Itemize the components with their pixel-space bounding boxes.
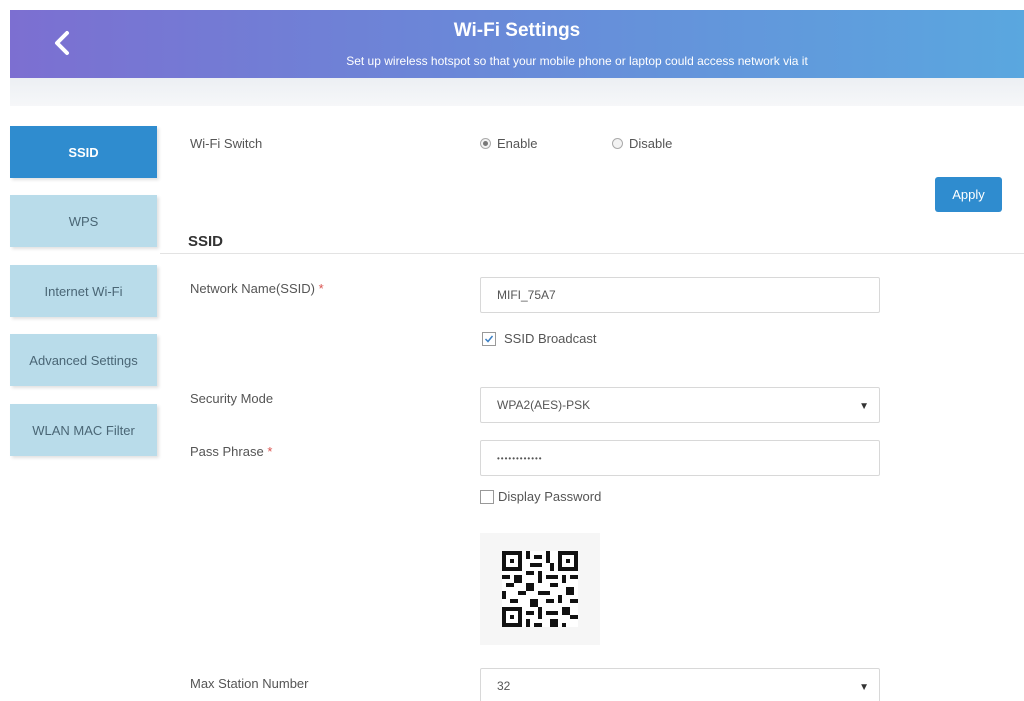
- section-divider: [160, 253, 1024, 254]
- sidebar-item-advanced-settings[interactable]: Advanced Settings: [10, 334, 157, 386]
- security-mode-label: Security Mode: [190, 391, 274, 406]
- radio-selected-icon: [480, 138, 491, 149]
- ssid-broadcast-label: SSID Broadcast: [504, 331, 597, 346]
- checkbox-unchecked-icon: [480, 489, 494, 504]
- disable-radio[interactable]: Disable: [612, 136, 672, 151]
- max-station-select[interactable]: 32 ▼: [480, 668, 880, 701]
- sidebar-item-wps[interactable]: WPS: [10, 195, 157, 247]
- network-name-label: Network Name(SSID) *: [190, 281, 324, 296]
- section-title: SSID: [188, 233, 224, 250]
- sidebar-item-label: SSID: [68, 144, 99, 160]
- network-name-value: MIFI_75A7: [497, 288, 556, 302]
- disable-radio-label: Disable: [629, 136, 673, 151]
- header-band: [10, 78, 1024, 106]
- max-station-value: 32: [497, 679, 511, 693]
- enable-radio[interactable]: Enable: [480, 136, 537, 151]
- apply-button[interactable]: Apply: [935, 177, 1002, 212]
- sidebar-item-wlan-mac-filter[interactable]: WLAN MAC Filter: [10, 404, 157, 456]
- checkbox-checked-icon: [482, 331, 496, 346]
- wifi-switch-label: Wi-Fi Switch: [190, 136, 263, 151]
- ssid-broadcast-checkbox[interactable]: SSID Broadcast: [482, 331, 597, 346]
- sidebar-item-internet-wifi[interactable]: Internet Wi-Fi: [10, 265, 157, 317]
- sidebar-item-ssid[interactable]: SSID: [10, 126, 157, 178]
- max-station-label: Max Station Number: [190, 676, 309, 691]
- qr-code-icon: [502, 551, 578, 627]
- pass-phrase-value: ••••••••••••: [497, 453, 543, 463]
- security-mode-value: WPA2(AES)-PSK: [497, 398, 591, 412]
- sidebar-item-label: WLAN MAC Filter: [32, 422, 135, 438]
- sidebar-item-label: Advanced Settings: [29, 352, 138, 368]
- display-password-label: Display Password: [498, 489, 602, 504]
- sidebar-item-label: Internet Wi-Fi: [44, 283, 123, 299]
- page-subtitle: Set up wireless hotspot so that your mob…: [346, 54, 808, 68]
- pass-phrase-input[interactable]: ••••••••••••: [480, 440, 880, 476]
- dropdown-caret-icon: ▼: [859, 401, 869, 412]
- security-mode-select[interactable]: WPA2(AES)-PSK ▼: [480, 387, 880, 423]
- network-name-label-text: Network Name(SSID): [190, 281, 315, 296]
- dropdown-caret-icon: ▼: [859, 682, 869, 693]
- required-marker: *: [318, 281, 324, 296]
- sidebar-item-label: WPS: [68, 213, 99, 229]
- enable-radio-label: Enable: [497, 136, 538, 151]
- qr-code-container: [480, 533, 600, 645]
- page-header: Wi-Fi Settings Set up wireless hotspot s…: [10, 10, 1024, 78]
- page-title: Wi-Fi Settings: [453, 20, 581, 41]
- display-password-checkbox[interactable]: Display Password: [480, 489, 601, 504]
- pass-phrase-label-text: Pass Phrase: [190, 444, 264, 459]
- pass-phrase-label: Pass Phrase *: [190, 444, 272, 459]
- radio-unselected-icon: [612, 138, 623, 149]
- network-name-input[interactable]: MIFI_75A7: [480, 277, 880, 313]
- required-marker: *: [267, 444, 273, 459]
